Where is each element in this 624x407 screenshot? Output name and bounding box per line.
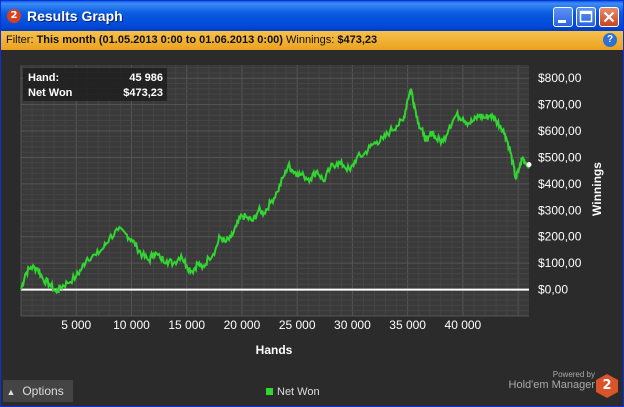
hover-tooltip: Hand: 45 986 Net Won $473,23 [23, 68, 167, 101]
x-tick-label: 20 000 [224, 318, 261, 332]
y-tick-label: $100,00 [538, 256, 582, 270]
tooltip-hand-value: 45 986 [129, 72, 163, 84]
x-tick-label: 10 000 [113, 318, 150, 332]
y-axis-label: Winnings [590, 162, 604, 216]
y-tick-label: $0,00 [538, 283, 568, 297]
x-tick-label: 5 000 [61, 318, 91, 332]
series-end-marker [526, 162, 532, 168]
y-tick-label: $600,00 [538, 124, 582, 138]
options-button[interactable]: ▲ Options [3, 380, 73, 402]
y-tick-label: $700,00 [538, 98, 582, 112]
y-tick-label: $500,00 [538, 150, 582, 164]
y-tick-label: $800,00 [538, 71, 582, 85]
winnings-value: $473,23 [337, 34, 378, 46]
title-bar[interactable]: 2 Results Graph [1, 1, 623, 31]
help-icon[interactable]: ? [603, 33, 617, 47]
maximize-icon [579, 10, 593, 23]
x-tick-label: 40 000 [445, 318, 482, 332]
legend-label-net-won: Net Won [277, 386, 320, 398]
maximize-button[interactable] [576, 7, 596, 27]
tooltip-net-value: $473,23 [123, 87, 163, 99]
x-axis-label: Hands [256, 343, 293, 357]
winnings-label: Winnings: [286, 34, 335, 46]
filter-bar[interactable]: Filter: This month (01.05.2013 0:00 to 0… [1, 31, 623, 50]
y-tick-label: $200,00 [538, 230, 582, 244]
chevron-up-icon: ▲ [6, 387, 16, 397]
x-tick-label: 30 000 [334, 318, 371, 332]
bottom-bar: ▲ Options Net Won Powered by Hold'em Man… [1, 370, 623, 406]
options-label: Options [22, 384, 64, 398]
close-icon [603, 11, 615, 23]
minimize-icon [558, 20, 566, 23]
filter-label: Filter: [6, 34, 34, 46]
window-title: Results Graph [27, 8, 123, 24]
x-tick-label: 25 000 [279, 318, 316, 332]
brand-name: Hold'em Manager [508, 379, 595, 391]
tooltip-net-label: Net Won [28, 87, 73, 99]
y-tick-label: $300,00 [538, 203, 582, 217]
x-tick-label: 35 000 [389, 318, 426, 332]
y-tick-label: $400,00 [538, 177, 582, 191]
x-tick-label: 15 000 [168, 318, 205, 332]
tooltip-hand-label: Hand: [28, 72, 59, 84]
legend-swatch-net-won [266, 388, 273, 395]
results-chart: $0,00 $100,00 $200,00 $300,00 $400,00 $500,00… [1, 50, 623, 380]
close-button[interactable] [599, 7, 619, 27]
filter-range: This month (01.05.2013 0:00 to 01.06.201… [36, 34, 283, 46]
chart-legend: Net Won [266, 386, 320, 398]
minimize-button[interactable] [553, 7, 573, 27]
brand-text: Powered by Hold'em Manager [509, 370, 595, 391]
app-icon: 2 [7, 9, 21, 23]
powered-by-text: Powered by [552, 370, 595, 379]
y-axis-ticks: $0,00 $100,00 $200,00 $300,00 $400,00 $500,00… [538, 71, 582, 296]
results-graph-window: 2 Results Graph Filter: This month (01.0… [0, 0, 624, 407]
